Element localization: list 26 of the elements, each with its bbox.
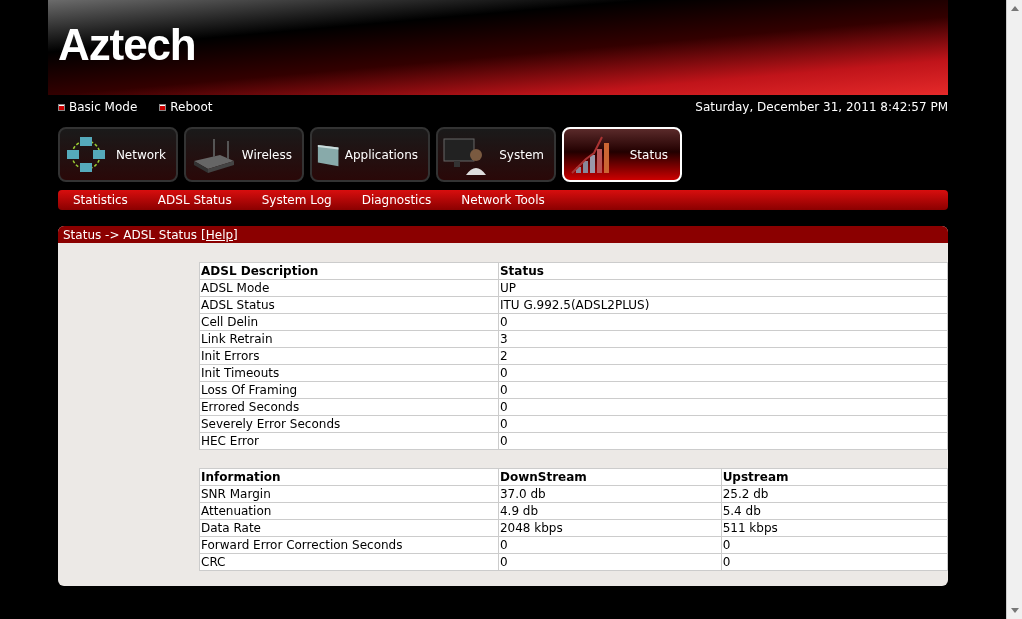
- scroll-up-icon[interactable]: [1010, 6, 1019, 11]
- top-link[interactable]: Basic Mode: [69, 98, 138, 116]
- date-time: Saturday, December 31, 2011 8:42:57 PM: [695, 99, 948, 116]
- nav-tab[interactable]: Network: [58, 127, 178, 182]
- bullet-icon: [58, 103, 65, 111]
- submenu-link[interactable]: Statistics: [73, 191, 128, 209]
- column-header: Upstream: [721, 468, 948, 486]
- submenu-link[interactable]: ADSL Status: [157, 191, 232, 209]
- brand-logo: Aztech: [58, 22, 196, 67]
- column-header: Status: [498, 262, 948, 280]
- column-header: DownStream: [498, 468, 722, 486]
- submenu-link[interactable]: System Log: [261, 191, 332, 209]
- help-link[interactable]: [Help]: [201, 226, 238, 244]
- breadcrumb: Status -> ADSL Status: [63, 226, 198, 244]
- column-header: Information: [199, 468, 499, 486]
- submenu-link[interactable]: Diagnostics: [361, 191, 432, 209]
- nav-tab[interactable]: System: [436, 127, 556, 182]
- bullet-icon: [159, 103, 167, 111]
- column-header: ADSL Description: [199, 262, 499, 280]
- submenu-link[interactable]: Network Tools: [461, 191, 545, 209]
- nav-tab[interactable]: Status: [562, 127, 682, 182]
- nav-tab[interactable]: Applications: [310, 127, 430, 182]
- scroll-down-icon[interactable]: [1010, 608, 1019, 613]
- top-link[interactable]: Reboot: [170, 98, 213, 116]
- nav-tab[interactable]: Wireless: [184, 127, 304, 182]
- scrollbar[interactable]: [1006, 0, 1022, 619]
